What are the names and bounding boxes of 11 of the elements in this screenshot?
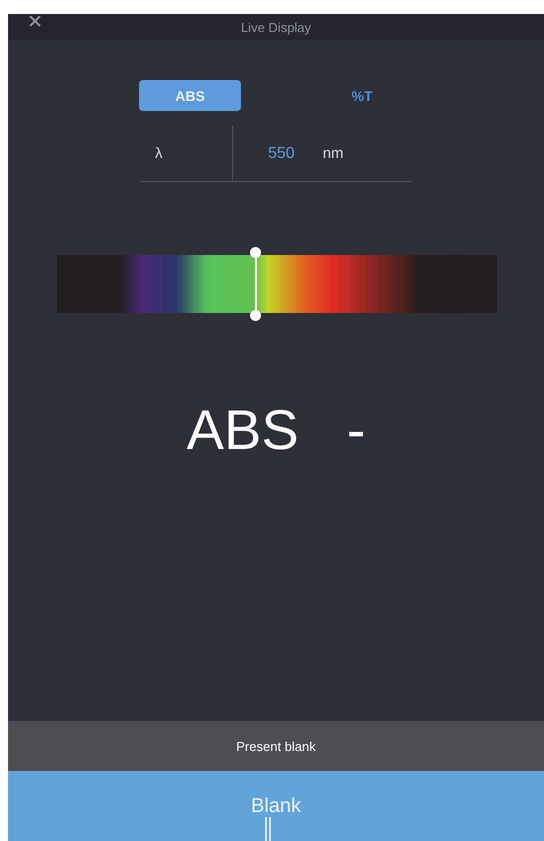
mode-tab[interactable]: ABS <box>139 80 241 111</box>
wavelength-value[interactable]: 550 <box>268 126 295 181</box>
status-message: Present blank <box>8 721 544 771</box>
reading-label: ABS <box>186 397 299 462</box>
cursor-icon <box>265 817 271 841</box>
window-title: Live Display <box>240 20 312 34</box>
wavelength-unit: nm <box>322 144 344 164</box>
wavelength-slider-handle[interactable] <box>250 247 262 321</box>
mode-tab[interactable]: %T <box>311 80 413 111</box>
reading-value: - <box>346 397 366 462</box>
blank-button[interactable]: Blank <box>8 771 544 841</box>
